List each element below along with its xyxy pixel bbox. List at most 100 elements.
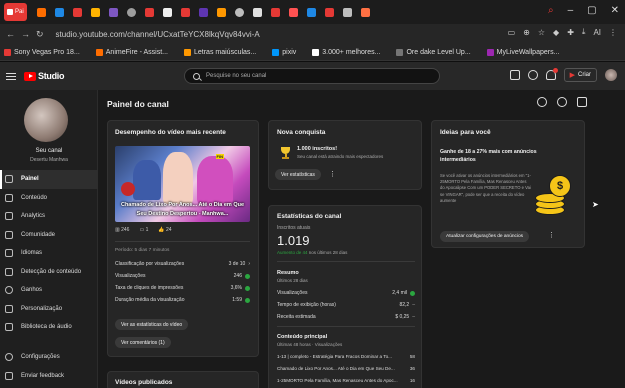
tab-icon[interactable] <box>126 7 136 17</box>
check-circle-icon <box>245 297 250 303</box>
thumbnail-caption: Chamado de Lixo Por Anos... Até o Dia em… <box>120 202 245 217</box>
forward-icon[interactable]: → <box>21 29 30 39</box>
more-options-icon[interactable]: ⋮ <box>548 231 555 239</box>
video-analytics-button[interactable]: Ver as estatísticas do vídeo <box>115 319 189 330</box>
tab-icon[interactable] <box>288 7 298 17</box>
sidebar-item-content[interactable]: Conteúdo <box>0 189 98 208</box>
sidebar-item-customization[interactable]: Personalização <box>0 300 98 319</box>
messages-icon[interactable] <box>509 70 520 80</box>
bookmark-label: Ore dake Level Up... <box>406 48 471 56</box>
tab-active[interactable]: Pai <box>4 3 27 21</box>
download-icon[interactable]: ⤓ <box>582 27 586 37</box>
tab-icon[interactable] <box>108 7 118 17</box>
tab-icon[interactable] <box>180 7 190 17</box>
close-icon[interactable]: ✕ <box>611 5 619 16</box>
bookmark-label: Letras maiúsculas... <box>194 48 257 56</box>
star-icon[interactable]: ☆ <box>538 28 545 37</box>
tab-icon[interactable] <box>198 7 208 17</box>
bookmark-icon <box>312 48 320 56</box>
video-quick-stats: ▥ 246 ▭ 1 👍 24 <box>115 227 172 233</box>
sidebar-item-languages[interactable]: Idiomas <box>0 244 98 263</box>
tab-icon[interactable] <box>360 7 370 17</box>
tab-icon[interactable] <box>324 7 334 17</box>
tab-icon[interactable] <box>162 7 172 17</box>
upload-icon[interactable] <box>537 97 547 107</box>
back-icon[interactable]: ← <box>6 29 15 39</box>
sidebar-item-dashboard[interactable]: Painel <box>0 170 98 189</box>
tab-icon[interactable] <box>252 7 262 17</box>
bookmark-item[interactable]: Letras maiúsculas... <box>184 48 257 56</box>
sidebar-item-content-detection[interactable]: Detecção de conteúdo <box>0 263 98 282</box>
minimize-icon[interactable]: – <box>568 5 574 16</box>
divider <box>115 241 250 242</box>
sidebar-item-label: Detecção de conteúdo <box>21 268 82 275</box>
sidebar-item-community[interactable]: Comunidade <box>0 226 98 245</box>
tab-icon[interactable] <box>36 7 46 17</box>
view-comments-button[interactable]: Ver comentários (1) <box>115 337 171 348</box>
comments-stat: ▭ 1 <box>139 227 148 233</box>
top-content-label: 1-13 | completo - Estratégia Para Fracos… <box>277 354 392 359</box>
tab-icon[interactable] <box>72 7 82 17</box>
comment-icon: ▭ <box>139 227 145 233</box>
bookmark-item[interactable]: 3.000+ melhores... <box>312 48 381 56</box>
maximize-icon[interactable]: ▢ <box>587 5 596 16</box>
channel-avatar[interactable] <box>24 98 68 142</box>
tab-icon[interactable] <box>216 7 226 17</box>
hamburger-menu-icon[interactable] <box>6 72 16 80</box>
create-post-icon[interactable] <box>577 97 587 107</box>
bookmark-icon <box>95 48 103 56</box>
sidebar-item-earn[interactable]: Ganhos <box>0 281 98 300</box>
search-tabs-icon[interactable]: ⌕ <box>548 5 554 16</box>
metric-label: Taxa de cliques de impressões <box>115 285 184 291</box>
bookmark-item[interactable]: Ore dake Level Up... <box>396 48 471 56</box>
search-input[interactable]: Pesquise no seu canal <box>184 68 440 84</box>
more-options-icon[interactable]: ⋮ <box>329 170 336 178</box>
feedback-icon <box>5 371 13 380</box>
metric-row[interactable]: Classificação por visualizações 3 de 10 › <box>115 261 250 267</box>
video-thumbnail[interactable]: FIN Chamado de Lixo Por Anos... Até o Di… <box>115 146 250 222</box>
notifications-icon[interactable] <box>545 68 558 80</box>
sidebar-item-audio-library[interactable]: Biblioteca de áudio <box>0 318 98 337</box>
create-button[interactable]: ▶ Criar <box>563 68 597 82</box>
zoom-icon[interactable]: ⊕ <box>523 28 530 37</box>
url-field[interactable]: studio.youtube.com/channel/UCxatTeYCX8lk… <box>56 30 260 39</box>
top-content-row[interactable]: Chamado de Lixo Por Anos... Até o Dia em… <box>277 366 415 371</box>
divider <box>277 326 415 327</box>
menu-icon[interactable]: ⋮ <box>609 28 617 37</box>
cast-icon[interactable]: ▭ <box>508 28 516 37</box>
bookmark-item[interactable]: MyLiveWallpapers... <box>486 48 559 56</box>
update-ad-settings-button[interactable]: Atualizar configurações de anúncios <box>440 231 530 242</box>
top-content-title: Conteúdo principal <box>277 334 328 340</box>
sidebar-item-settings[interactable]: Configurações <box>0 348 98 367</box>
view-stats-button[interactable]: Ver estatísticas <box>275 169 321 180</box>
dash-icon: – <box>412 302 415 308</box>
tab-icon[interactable] <box>54 7 64 17</box>
top-content-row[interactable]: 1-25MORTO Pela Família, Mas Renasceu Ant… <box>277 378 415 383</box>
bookmark-item[interactable]: pixiv <box>272 48 296 56</box>
tab-icon[interactable] <box>234 7 244 17</box>
card-title: Vídeos publicados <box>115 379 173 386</box>
tab-icon[interactable] <box>342 7 352 17</box>
sidebar-item-analytics[interactable]: Analytics <box>0 207 98 226</box>
help-icon[interactable] <box>527 70 538 80</box>
bookmark-item[interactable]: Sony Vegas Pro 18... <box>4 48 80 56</box>
sidebar-item-feedback[interactable]: Enviar feedback <box>0 367 98 386</box>
ai-button[interactable]: AI <box>593 28 601 37</box>
tab-icon[interactable] <box>270 7 280 17</box>
reload-icon[interactable]: ↻ <box>36 29 44 40</box>
tab-icon[interactable] <box>144 7 154 17</box>
go-live-icon[interactable] <box>557 97 567 107</box>
earn-icon <box>5 286 13 295</box>
tab-icon[interactable] <box>90 7 100 17</box>
studio-logo[interactable]: Studio <box>24 71 65 81</box>
sidebar-bottom: Configurações Enviar feedback <box>0 348 98 385</box>
thumbs-up-icon: 👍 <box>158 227 165 233</box>
bookmark-item[interactable]: AnimeFire - Assist... <box>95 48 168 56</box>
puzzle-icon[interactable]: ✚ <box>567 28 574 37</box>
summary-label: Tempo de exibição (horas) <box>277 302 336 308</box>
tab-icon[interactable] <box>306 7 316 17</box>
bookmark-label: 3.000+ melhores... <box>322 48 381 56</box>
extension-icon[interactable]: ◆ <box>553 28 559 37</box>
avatar[interactable] <box>605 69 617 81</box>
top-content-row[interactable]: 1-13 | completo - Estratégia Para Fracos… <box>277 354 415 359</box>
